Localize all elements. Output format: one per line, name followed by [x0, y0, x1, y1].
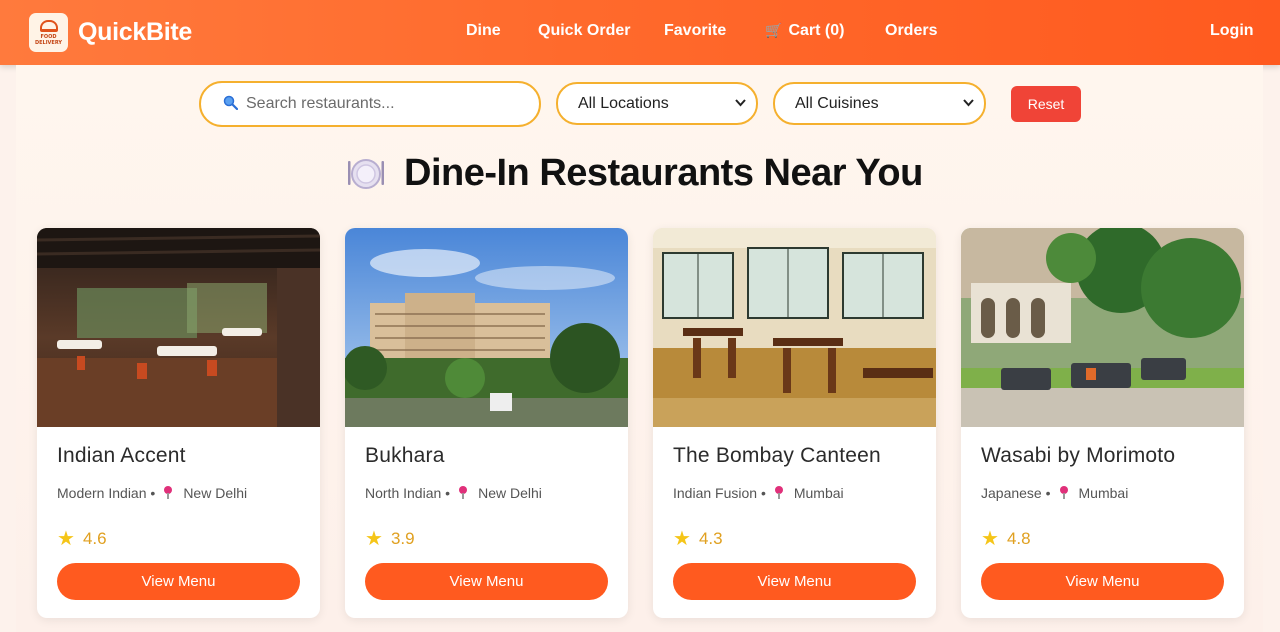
restaurant-rating: ★ 4.3 — [673, 529, 723, 549]
search-input[interactable] — [246, 95, 516, 113]
restaurant-card: Bukhara North Indian • New Delhi ★ 3.9 V… — [345, 228, 628, 618]
restaurant-card: Indian Accent Modern Indian • New Delhi … — [37, 228, 320, 618]
restaurant-image[interactable] — [37, 228, 320, 427]
location-select-value: All Locations — [578, 94, 669, 112]
brand[interactable]: FOOD DELIVERY QuickBite — [29, 13, 192, 52]
view-menu-button[interactable]: View Menu — [981, 563, 1224, 600]
restaurant-name: Wasabi by Morimoto — [981, 444, 1176, 467]
location-pin-icon — [1059, 486, 1069, 500]
restaurant-cuisine: Japanese — [981, 485, 1042, 501]
location-pin-icon — [163, 486, 173, 500]
delivery-icon — [39, 19, 58, 32]
search-icon — [223, 95, 239, 114]
view-menu-button[interactable]: View Menu — [365, 563, 608, 600]
restaurant-location: New Delhi — [183, 485, 248, 501]
separator-dot: • — [1045, 485, 1051, 501]
restaurant-cuisine: Indian Fusion — [673, 485, 758, 501]
rating-value: 4.8 — [1006, 529, 1031, 548]
restaurant-image[interactable] — [345, 228, 628, 427]
view-menu-button[interactable]: View Menu — [673, 563, 916, 600]
navbar: FOOD DELIVERY QuickBite Dine Quick Order… — [0, 0, 1280, 65]
location-select[interactable]: All Locations — [556, 82, 758, 125]
restaurant-image[interactable] — [653, 228, 936, 427]
star-icon: ★ — [57, 528, 75, 550]
brand-logo-text: FOOD DELIVERY — [34, 33, 63, 46]
chevron-down-icon — [735, 98, 746, 110]
rating-value: 4.6 — [82, 529, 107, 548]
plate-icon — [346, 153, 386, 193]
star-icon: ★ — [673, 528, 691, 550]
search-box[interactable] — [199, 81, 541, 127]
cuisine-select[interactable]: All Cuisines — [773, 82, 986, 125]
restaurant-cuisine: Modern Indian — [57, 485, 147, 501]
star-icon: ★ — [365, 528, 383, 550]
nav-dine[interactable]: Dine — [466, 22, 501, 40]
chevron-down-icon — [963, 98, 974, 110]
brand-logo: FOOD DELIVERY — [29, 13, 68, 52]
nav-login[interactable]: Login — [1210, 22, 1254, 40]
reset-button[interactable]: Reset — [1011, 86, 1081, 122]
restaurant-rating: ★ 4.8 — [981, 529, 1031, 549]
separator-dot: • — [760, 485, 766, 501]
page-title: Dine-In Restaurants Near You — [346, 150, 923, 196]
restaurant-rating: ★ 4.6 — [57, 529, 107, 549]
restaurant-meta: Indian Fusion • Mumbai — [673, 485, 844, 501]
restaurant-name: Indian Accent — [57, 444, 186, 467]
nav-cart-label: Cart (0) — [788, 22, 845, 39]
cart-icon: 🛒 — [765, 22, 783, 38]
restaurant-meta: Japanese • Mumbai — [981, 485, 1128, 501]
restaurant-cuisine: North Indian — [365, 485, 442, 501]
restaurant-card: Wasabi by Morimoto Japanese • Mumbai ★ 4… — [961, 228, 1244, 618]
rating-value: 4.3 — [698, 529, 723, 548]
separator-dot: • — [150, 485, 156, 501]
nav-favorite[interactable]: Favorite — [664, 22, 726, 40]
star-icon: ★ — [981, 528, 999, 550]
restaurant-image[interactable] — [961, 228, 1244, 427]
restaurant-name: Bukhara — [365, 444, 445, 467]
nav-orders[interactable]: Orders — [885, 22, 937, 40]
restaurant-card: The Bombay Canteen Indian Fusion • Mumba… — [653, 228, 936, 618]
restaurant-location: New Delhi — [478, 485, 542, 501]
restaurant-rating: ★ 3.9 — [365, 529, 415, 549]
cuisine-select-value: All Cuisines — [795, 94, 879, 112]
restaurant-location: Mumbai — [793, 485, 844, 501]
restaurant-meta: North Indian • New Delhi — [365, 485, 542, 501]
restaurant-name: The Bombay Canteen — [673, 444, 881, 467]
page-title-text: Dine-In Restaurants Near You — [404, 151, 923, 194]
nav-cart[interactable]: 🛒 Cart (0) — [765, 22, 844, 40]
restaurant-location: Mumbai — [1078, 485, 1129, 501]
location-pin-icon — [458, 486, 468, 500]
rating-value: 3.9 — [390, 529, 415, 548]
separator-dot: • — [445, 485, 451, 501]
nav-quick-order[interactable]: Quick Order — [538, 22, 630, 40]
location-pin-icon — [774, 486, 784, 500]
view-menu-button[interactable]: View Menu — [57, 563, 300, 600]
restaurant-meta: Modern Indian • New Delhi — [57, 485, 247, 501]
brand-name: QuickBite — [78, 18, 192, 46]
